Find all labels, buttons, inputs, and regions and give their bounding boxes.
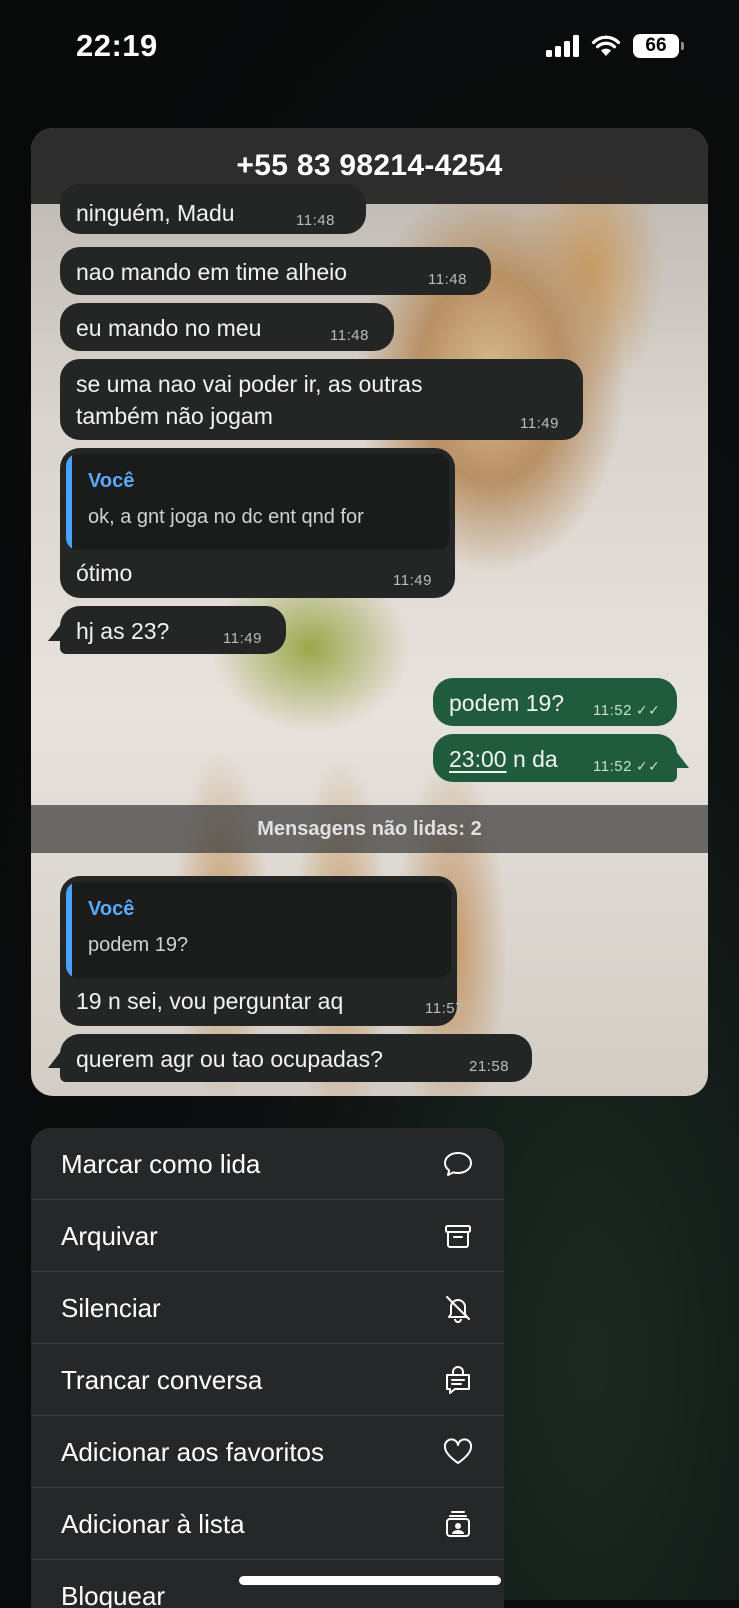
message-bubble-out[interactable]: podem 19? 11:52 ✓✓	[433, 678, 677, 726]
message-time: 11:49	[520, 415, 559, 432]
menu-item-mute[interactable]: Silenciar	[31, 1272, 504, 1344]
chat-bubble-icon	[444, 1152, 472, 1176]
message-text: n da	[506, 746, 558, 772]
context-menu: Marcar como lida Arquivar Silenciar Tran…	[31, 1128, 504, 1608]
menu-item-label: Adicionar à lista	[61, 1509, 245, 1539]
menu-item-lock-chat[interactable]: Trancar conversa	[31, 1344, 504, 1416]
message-time: 11:48	[296, 212, 335, 229]
heart-icon	[443, 1438, 473, 1464]
wifi-icon	[591, 35, 621, 56]
message-bubble-in[interactable]: nao mando em time alheio 11:48	[60, 247, 491, 295]
unread-divider: Mensagens não lidas: 2	[31, 805, 708, 853]
message-text: ninguém, Madu	[76, 200, 235, 226]
message-time: 11:48	[330, 327, 369, 344]
menu-item-mark-read[interactable]: Marcar como lida	[31, 1128, 504, 1200]
status-icons: 66	[546, 34, 684, 58]
message-text: querem agr ou tao ocupadas?	[76, 1046, 383, 1072]
message-bubble-in[interactable]: eu mando no meu 11:48	[60, 303, 394, 351]
menu-item-label: Arquivar	[61, 1221, 158, 1251]
time-link[interactable]: 23:00	[449, 746, 507, 772]
quoted-message[interactable]: Você podem 19?	[66, 882, 451, 978]
read-checks-icon: ✓✓	[635, 758, 661, 774]
lock-chat-icon	[446, 1366, 470, 1394]
quote-author: Você	[88, 470, 135, 492]
message-text: podem 19?	[449, 690, 565, 716]
menu-item-label: Silenciar	[61, 1293, 161, 1323]
message-text: hj as 23?	[76, 618, 170, 644]
message-time: 11:49	[223, 630, 262, 647]
menu-item-archive[interactable]: Arquivar	[31, 1200, 504, 1272]
quoted-message[interactable]: Você ok, a gnt joga no dc ent qnd for	[66, 454, 449, 550]
quote-text: podem 19?	[88, 934, 189, 956]
read-checks-icon: ✓✓	[635, 702, 661, 718]
cellular-signal-icon	[546, 35, 579, 57]
message-bubble-in[interactable]: se uma nao vai poder ir, as outras també…	[60, 359, 583, 440]
message-bubble-reply[interactable]: Você ok, a gnt joga no dc ent qnd for ót…	[60, 448, 455, 598]
battery-icon: 66	[633, 34, 684, 58]
menu-item-add-to-list[interactable]: Adicionar à lista	[31, 1488, 504, 1560]
message-bubble-in[interactable]: hj as 23? 11:49	[60, 606, 286, 654]
message-text: ótimo	[76, 560, 133, 586]
message-time: 11:52	[593, 702, 632, 719]
message-text-line1: se uma nao vai poder ir, as outras	[76, 371, 423, 397]
list-contact-icon	[446, 1511, 470, 1537]
archive-icon	[445, 1225, 471, 1248]
message-text: eu mando no meu	[76, 315, 262, 341]
menu-item-label: Trancar conversa	[61, 1365, 263, 1395]
quote-text: ok, a gnt joga no dc ent qnd for	[88, 506, 364, 528]
message-text: nao mando em time alheio	[76, 259, 348, 285]
message-text-line2: também não jogam	[76, 403, 273, 429]
message-time: 11:48	[428, 271, 467, 288]
message-time: 11:57	[425, 1000, 464, 1017]
message-time: 21:58	[469, 1058, 510, 1075]
home-indicator[interactable]	[239, 1576, 501, 1585]
menu-item-label: Adicionar aos favoritos	[61, 1437, 325, 1467]
menu-item-label: Marcar como lida	[61, 1149, 261, 1179]
message-time: 11:49	[393, 572, 432, 589]
status-time: 22:19	[76, 28, 158, 63]
message-bubble-out[interactable]: 23:00 n da 11:52 ✓✓	[433, 734, 677, 782]
chat-preview[interactable]: +55 83 98214-4254 ninguém, Madu 11:48 na…	[31, 128, 708, 1096]
message-text: 19 n sei, vou perguntar aq	[76, 988, 344, 1014]
message-bubble-in[interactable]: querem agr ou tao ocupadas? 21:58	[60, 1034, 532, 1082]
message-bubble-in[interactable]: ninguém, Madu 11:48	[60, 184, 366, 234]
bell-slash-icon	[446, 1296, 470, 1323]
quote-author: Você	[88, 898, 135, 920]
message-bubble-reply[interactable]: Você podem 19? 19 n sei, vou perguntar a…	[60, 876, 463, 1026]
menu-item-label: Bloquear	[61, 1581, 166, 1608]
message-time: 11:52	[593, 758, 632, 775]
menu-item-add-favorites[interactable]: Adicionar aos favoritos	[31, 1416, 504, 1488]
